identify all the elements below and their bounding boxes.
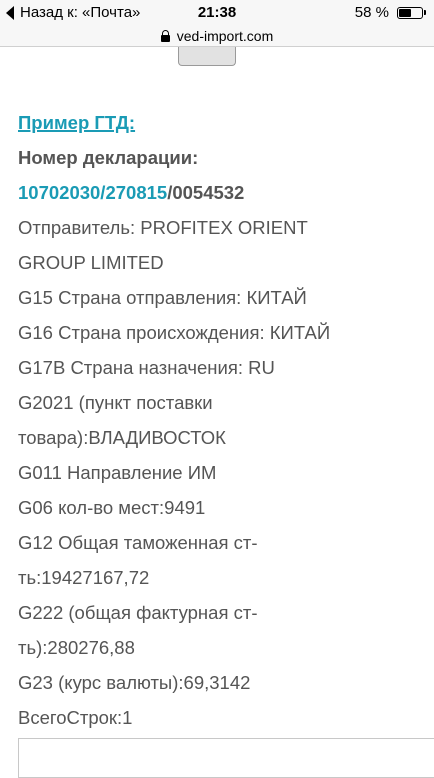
declaration-field-line: G222 (общая фактурная ст- <box>18 602 258 623</box>
gtd-example: Пример ГТД: Номер декларации: 10702030/2… <box>18 106 428 736</box>
declaration-field-line: G16 Страна происхождения: КИТАЙ <box>18 322 331 343</box>
declaration-field-line: G17B Страна назначения: RU <box>18 357 275 378</box>
gtd-example-heading-link[interactable]: Пример ГТД: <box>18 112 135 133</box>
declaration-field-line: G2021 (пункт поставки <box>18 392 213 413</box>
lock-icon <box>160 30 170 42</box>
declaration-field-line: товара):ВЛАДИВОСТОК <box>18 427 226 448</box>
declaration-field-line: ть:19427167,72 <box>18 567 150 588</box>
menu-toggle-tab[interactable] <box>178 47 236 66</box>
declaration-fields: Отправитель: PROFITEX ORIENT GROUP LIMITE… <box>18 211 428 736</box>
declaration-field-line: G23 (курс валюты):69,3142 <box>18 672 251 693</box>
declaration-field-line: GROUP LIMITED <box>18 252 164 273</box>
battery-percent: 58 % <box>354 4 389 21</box>
declaration-field-line: G12 Общая таможенная ст- <box>18 532 258 553</box>
battery-indicator: 58 % <box>355 4 426 21</box>
declaration-number-suffix: /0054532 <box>167 182 245 203</box>
declaration-field-line: G06 кол-во мест:9491 <box>18 497 206 518</box>
declaration-label: Номер декларации: <box>18 147 199 168</box>
declaration-number: 10702030/270815/0054532 <box>18 176 428 211</box>
declaration-field-line: G15 Страна отправления: КИТАЙ <box>18 287 307 308</box>
url-bar[interactable]: ved-import.com <box>0 28 434 46</box>
declaration-field-line: ВсегоСтрок:1 <box>18 707 133 728</box>
battery-icon <box>397 6 423 19</box>
declaration-number-link[interactable]: 10702030/270815 <box>18 182 167 203</box>
url-domain: ved-import.com <box>176 28 274 44</box>
declaration-field-line: G011 Направление ИМ <box>18 462 217 483</box>
declaration-field-line: ть):280276,88 <box>18 637 135 658</box>
battery-tip <box>424 10 426 15</box>
bottom-content-box <box>18 738 434 778</box>
declaration-field-line: Отправитель: PROFITEX ORIENT <box>18 217 308 238</box>
status-bar: Назад к: «Почта» 21:38 58 % <box>0 0 434 28</box>
